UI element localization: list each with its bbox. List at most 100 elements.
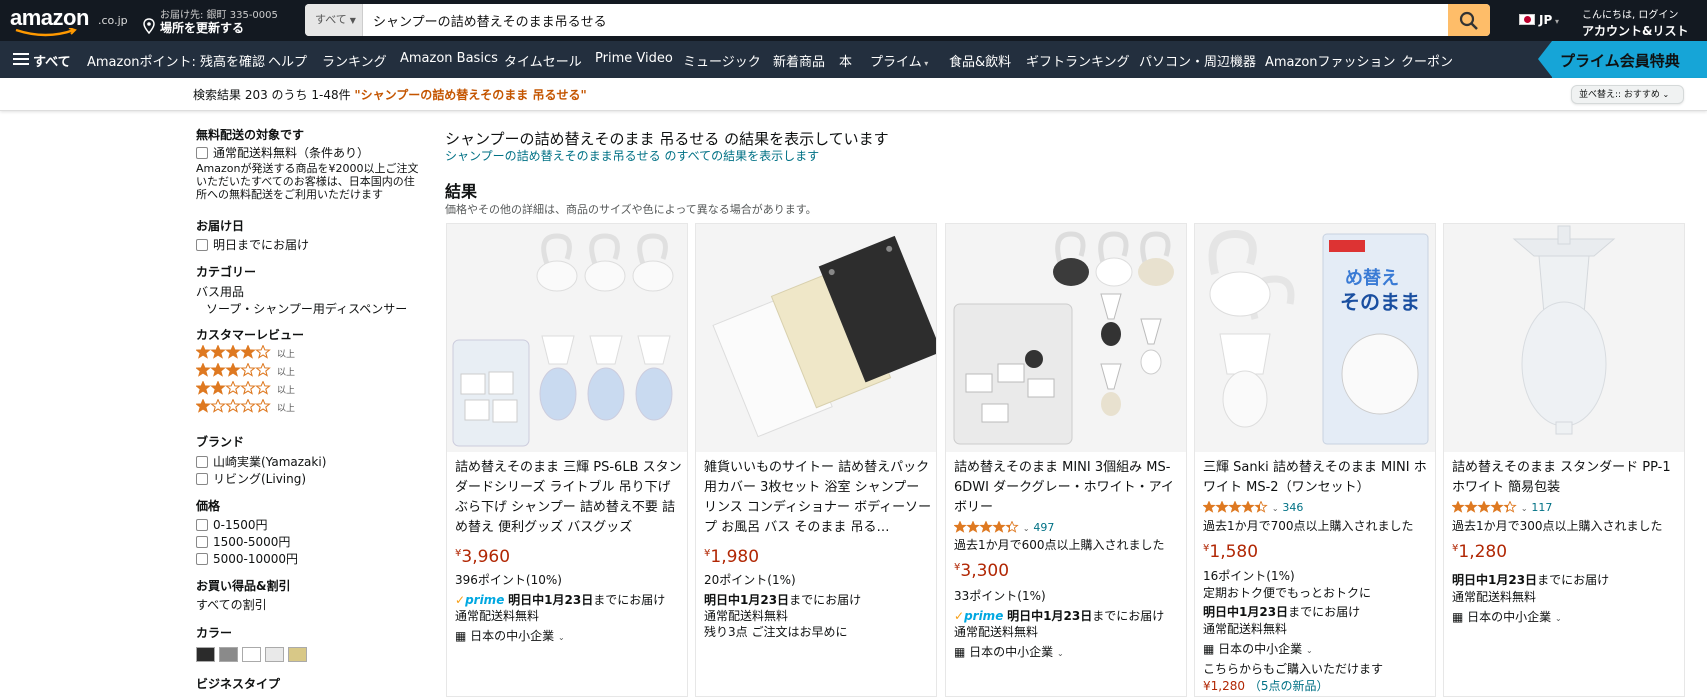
product-card[interactable]: 雑貨いいものサイトー 詰め替えパック用カバー 3枚セット 浴室 シャンプー リン…: [695, 223, 942, 697]
checkbox[interactable]: [196, 456, 208, 468]
filter-brand-living[interactable]: リビング(Living): [196, 470, 306, 487]
shipping-info: 通常配送料無料: [954, 625, 1039, 639]
hamburger-icon[interactable]: [13, 53, 29, 66]
star-rating-icon: [953, 520, 1019, 536]
color-swatch[interactable]: [288, 647, 307, 662]
review-filter-3-stars[interactable]: 以上: [195, 362, 295, 380]
review-count[interactable]: 497: [1033, 521, 1054, 534]
filter-price-3[interactable]: 5000-10000円: [196, 550, 298, 567]
product-image[interactable]: め替え そのまま: [1195, 224, 1435, 452]
deliver-to[interactable]: お届け先: 銀町 335-0005 場所を更新する: [142, 6, 278, 36]
seller-badge[interactable]: ▦ 日本の中小企業 ⌄: [1452, 608, 1562, 625]
show-all-results-link[interactable]: シャンプーの詰め替えそのまま吊るせる のすべての結果を表示します: [445, 147, 819, 164]
filter-all-deals[interactable]: すべての割引: [196, 596, 267, 613]
nav-item-prime[interactable]: プライム ▾: [870, 51, 928, 70]
stock-warning: 残り3点 ご注文はお早めに: [704, 625, 848, 639]
nav-item-ranking[interactable]: ランキング: [322, 51, 387, 70]
product-card[interactable]: 詰め替えそのまま MINI 3個組み MS-6DWI ダークグレー・ホワイト・ア…: [945, 223, 1187, 697]
seller-badge[interactable]: ▦ 日本の中小企業 ⌄: [954, 643, 1064, 660]
language-selector[interactable]: JP ▾: [1519, 13, 1559, 27]
category-bath[interactable]: バス用品: [196, 283, 244, 300]
building-icon: ▦: [1203, 642, 1215, 656]
filter-brand-label: 山崎実業(Yamazaki): [213, 455, 327, 469]
filter-price-1[interactable]: 0-1500円: [196, 516, 268, 533]
checkbox[interactable]: [196, 147, 208, 159]
amazon-logo[interactable]: amazon .co.jp: [10, 5, 130, 37]
nav-item-points[interactable]: Amazonポイント: 残高を確認: [87, 51, 265, 70]
nav-item-coupon[interactable]: クーポン: [1401, 51, 1453, 70]
filter-heading-price: 価格: [196, 499, 221, 513]
filter-price-2[interactable]: 1500-5000円: [196, 533, 290, 550]
product-card[interactable]: め替え そのまま 三輝 Sanki 詰め替えそのまま MINI ホワイト MS-…: [1194, 223, 1436, 697]
price-value: 1,280: [1458, 542, 1508, 562]
nav-item-gift-ranking[interactable]: ギフトランキング: [1026, 51, 1130, 70]
nav-item-timesale[interactable]: タイムセール: [504, 51, 582, 70]
delivery-info: 明日中1月23日までにお届け: [704, 591, 861, 608]
review-filter-2-stars[interactable]: 以上: [195, 380, 295, 398]
color-swatch[interactable]: [196, 647, 215, 662]
filter-delivery-tomorrow[interactable]: 明日までにお届け: [196, 236, 309, 253]
results-count-text: 検索結果 203 のうち 1-48件: [193, 88, 355, 102]
subscribe-save: 定期おトク便でもっとおトクに: [1203, 586, 1372, 600]
product-card[interactable]: 詰め替えそのまま スタンダード PP-1 ホワイト 簡易包装 ⌄ 117 過去1…: [1443, 223, 1685, 697]
nav-item-fashion[interactable]: Amazonファッション: [1265, 51, 1396, 70]
product-title[interactable]: 雑貨いいものサイトー 詰め替えパック用カバー 3枚セット 浴室 シャンプー リン…: [704, 458, 932, 538]
nav-item-amazon-basics[interactable]: Amazon Basics: [400, 51, 498, 66]
seller-badge[interactable]: ▦ 日本の中小企業 ⌄: [1203, 640, 1313, 657]
product-image[interactable]: [1444, 224, 1684, 452]
checkbox[interactable]: [196, 519, 208, 531]
nav-item-new[interactable]: 新着商品: [773, 51, 825, 70]
product-title[interactable]: 詰め替えそのまま MINI 3個組み MS-6DWI ダークグレー・ホワイト・ア…: [954, 458, 1182, 518]
category-dispenser[interactable]: ソープ・シャンプー用ディスペンサー: [206, 300, 407, 317]
review-count[interactable]: 117: [1531, 501, 1552, 514]
nav-item-music[interactable]: ミュージック: [683, 51, 761, 70]
building-icon: ▦: [954, 645, 966, 659]
review-filter-4-stars[interactable]: 以上: [195, 344, 296, 362]
product-card[interactable]: 詰め替えそのまま 三輝 PS-6LB スタンダードシリーズ ライトブル 吊り下げ…: [446, 223, 688, 697]
checkbox[interactable]: [196, 553, 208, 565]
nav-item-pc[interactable]: パソコン・周辺機器: [1139, 51, 1256, 70]
filter-free-shipping[interactable]: 通常配送料無料（条件あり）: [196, 144, 369, 161]
prime-promo-banner[interactable]: プライム会員特典: [1538, 41, 1707, 78]
checkbox[interactable]: [196, 239, 208, 251]
seller-label: 日本の中小企業: [969, 645, 1054, 659]
other-sellers: こちらからもご購入いただけます: [1203, 662, 1384, 676]
other-price: ¥1,280: [1203, 679, 1245, 693]
filter-heading-free-shipping: 無料配送の対象です: [196, 128, 305, 142]
other-new-link[interactable]: （5点の新品）: [1249, 679, 1329, 693]
checkbox[interactable]: [196, 473, 208, 485]
rating-row[interactable]: ⌄ 346: [1202, 500, 1303, 516]
product-image[interactable]: [696, 224, 942, 452]
nav-all[interactable]: すべて: [33, 51, 71, 70]
seller-badge[interactable]: ▦ 日本の中小企業 ⌄: [455, 627, 565, 644]
rating-row[interactable]: ⌄ 117: [1451, 500, 1552, 516]
delivery-date: 明日中1月23日: [704, 593, 790, 607]
nav-item-prime-video[interactable]: Prime Video: [595, 51, 673, 66]
search-category-dropdown[interactable]: すべて ▼: [305, 4, 363, 36]
search-button[interactable]: [1448, 4, 1490, 36]
bought-count: 過去1か月で300点以上購入されました: [1452, 519, 1663, 533]
nav-item-books[interactable]: 本: [839, 51, 852, 70]
product-image[interactable]: [447, 224, 687, 452]
other-offers[interactable]: ¥1,280 （5点の新品）: [1203, 677, 1328, 694]
review-count[interactable]: 346: [1282, 501, 1303, 514]
color-swatch[interactable]: [219, 647, 238, 662]
product-title[interactable]: 詰め替えそのまま 三輝 PS-6LB スタンダードシリーズ ライトブル 吊り下げ…: [455, 458, 683, 538]
nav-item-help[interactable]: ヘルプ: [268, 51, 307, 70]
rating-row[interactable]: ⌄ 497: [953, 520, 1054, 536]
account-menu[interactable]: こんにちは, ログイン アカウント&リスト: [1582, 6, 1707, 39]
product-title[interactable]: 三輝 Sanki 詰め替えそのまま MINI ホワイト MS-2（ワンセット）: [1203, 458, 1431, 498]
filter-brand-yamazaki[interactable]: 山崎実業(Yamazaki): [196, 453, 326, 470]
product-image[interactable]: [946, 224, 1186, 452]
review-filter-1-stars[interactable]: 以上: [195, 398, 295, 416]
color-swatch[interactable]: [265, 647, 284, 662]
review-filter-label: 以上: [277, 350, 296, 360]
checkbox[interactable]: [196, 536, 208, 548]
color-swatch[interactable]: [242, 647, 261, 662]
nav-item-food[interactable]: 食品&飲料: [949, 51, 1011, 70]
search-input[interactable]: [363, 4, 1448, 36]
product-points: 33ポイント(1%): [954, 589, 1046, 603]
product-title[interactable]: 詰め替えそのまま スタンダード PP-1 ホワイト 簡易包装: [1452, 458, 1680, 498]
delivery-info: ✓prime 明日中1月23日までにお届け: [455, 591, 665, 608]
sort-dropdown[interactable]: 並べ替え:: おすすめ ⌄: [1571, 85, 1684, 104]
